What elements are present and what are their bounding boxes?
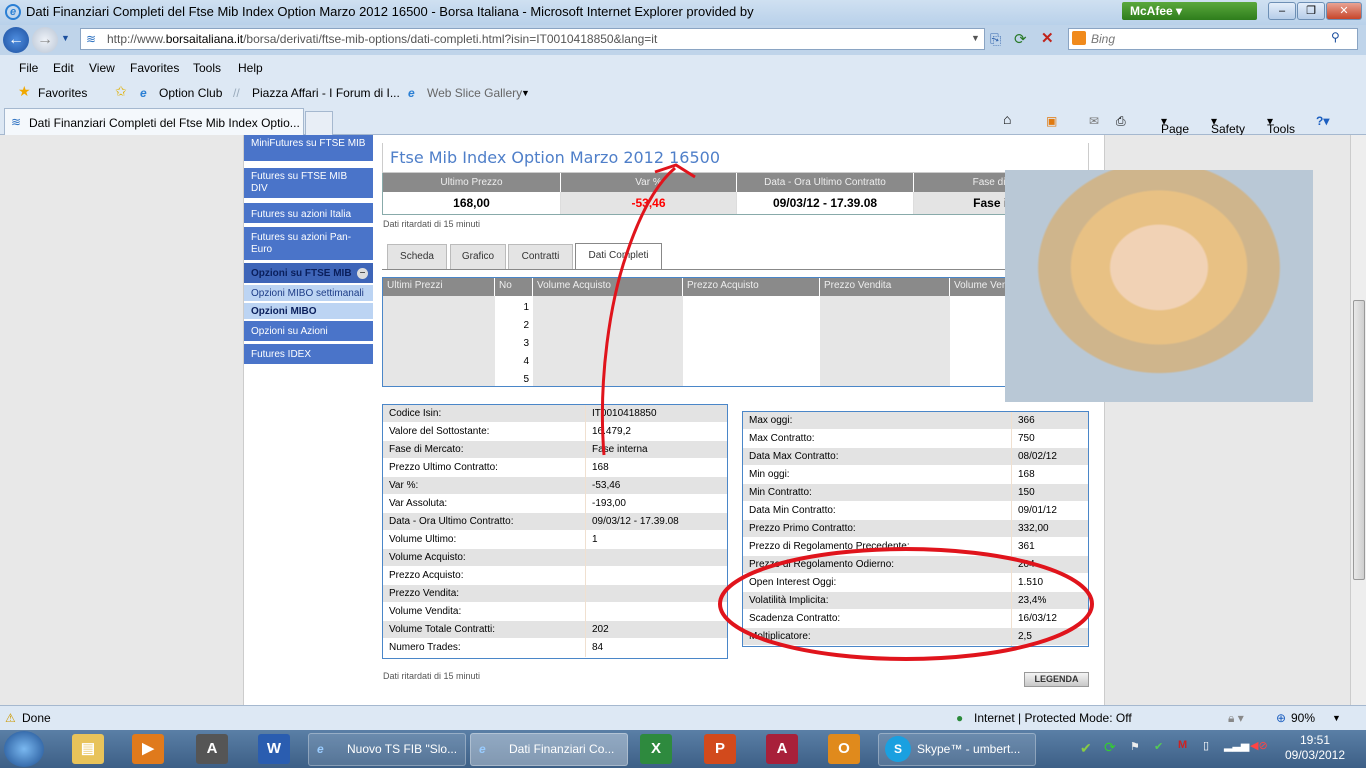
- annotation-arrowhead: [654, 163, 696, 179]
- zoom-level[interactable]: 90%: [1291, 711, 1315, 725]
- powerpoint-icon[interactable]: P: [704, 734, 736, 764]
- annotation-ellipse: [718, 547, 1094, 661]
- tray-volume-muted-icon[interactable]: ◀⊘: [1250, 739, 1268, 752]
- access-icon[interactable]: A: [766, 734, 798, 764]
- globe-icon: ●: [956, 711, 964, 725]
- annotation-arrow: [600, 166, 676, 456]
- taskbar-label: Nuovo TS FIB "Slo...: [347, 742, 458, 756]
- skype-icon: S: [885, 736, 911, 762]
- tray-flag-icon[interactable]: ⚑: [1130, 740, 1140, 753]
- taskbar-button-skype[interactable]: S Skype™ - umbert...: [878, 733, 1036, 766]
- excel-icon[interactable]: X: [640, 734, 672, 764]
- app-icon[interactable]: A: [196, 734, 228, 764]
- tray-mcafee-icon[interactable]: M: [1178, 739, 1187, 751]
- taskbar-label: Dati Finanziari Co...: [509, 742, 615, 756]
- tray-signal-icon[interactable]: ▂▃▅: [1224, 739, 1249, 752]
- start-button[interactable]: [4, 731, 44, 767]
- tray-sync-icon[interactable]: ⟳: [1104, 739, 1116, 756]
- taskbar-label: Skype™ - umbert...: [917, 742, 1021, 756]
- tray-check-icon[interactable]: ✔: [1080, 740, 1092, 757]
- annotation-layer: [600, 163, 1094, 661]
- zoom-dropdown-icon[interactable]: ▼: [1332, 713, 1341, 723]
- media-player-icon[interactable]: ▶: [132, 734, 164, 764]
- ie-icon: e: [479, 742, 486, 756]
- taskbar-button-dati-finanziari[interactable]: e Dati Finanziari Co...: [470, 733, 628, 766]
- outlook-icon[interactable]: O: [828, 734, 860, 764]
- status-text: Done: [22, 711, 51, 725]
- taskbar: ▤ ▶ A W e Nuovo TS FIB "Slo... e Dati Fina…: [0, 730, 1366, 768]
- clock-time: 19:51: [1299, 733, 1331, 747]
- tray-device-icon[interactable]: ✔: [1154, 740, 1163, 753]
- zoom-icon: ⊕: [1276, 711, 1287, 725]
- ie-icon: e: [317, 742, 324, 756]
- taskbar-button-nuovo-ts[interactable]: e Nuovo TS FIB "Slo...: [308, 733, 466, 766]
- explorer-icon[interactable]: ▤: [72, 734, 104, 764]
- status-bar: ⚠ Done ● Internet | Protected Mode: Off …: [0, 705, 1366, 730]
- clock[interactable]: 19:51 09/03/2012: [1284, 733, 1346, 763]
- popup-lock-icon[interactable]: 🔒︎ ▾: [1228, 711, 1244, 726]
- word-icon[interactable]: W: [258, 734, 290, 764]
- security-zone[interactable]: Internet | Protected Mode: Off: [974, 711, 1132, 725]
- warning-icon: ⚠: [5, 711, 16, 725]
- clock-date: 09/03/2012: [1284, 748, 1346, 762]
- tray-battery-icon[interactable]: ▯: [1203, 739, 1209, 752]
